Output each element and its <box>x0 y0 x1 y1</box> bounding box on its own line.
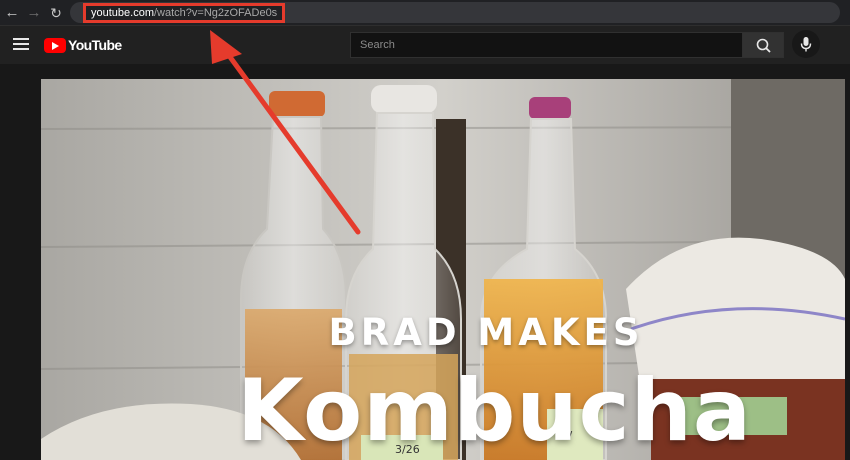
search-icon <box>756 38 771 53</box>
forward-icon[interactable]: → <box>24 3 44 23</box>
search-input[interactable] <box>350 32 743 58</box>
microphone-icon <box>800 37 812 52</box>
youtube-header: YouTube <box>0 26 850 64</box>
reload-icon[interactable]: ↻ <box>46 3 66 23</box>
url-path: /watch?v=Ng2zOFADe0s <box>153 7 278 19</box>
browser-toolbar: ← → ↻ youtube.com/watch?v=Ng2zOFADe0s <box>0 0 850 26</box>
video-player[interactable]: 3/26 A/ BRAD MAKES Kombucha <box>41 79 845 460</box>
logo-text: YouTube <box>68 37 122 53</box>
video-title-line2: Kombucha <box>237 361 752 460</box>
voice-search-button[interactable] <box>792 30 820 58</box>
youtube-logo[interactable]: YouTube <box>44 37 122 53</box>
hamburger-menu-icon[interactable] <box>13 38 29 52</box>
youtube-play-icon <box>44 37 66 53</box>
back-icon[interactable]: ← <box>2 3 22 23</box>
video-title-line1: BRAD MAKES <box>328 311 644 354</box>
url-domain: youtube.com <box>91 7 154 19</box>
url-highlight[interactable]: youtube.com/watch?v=Ng2zOFADe0s <box>83 3 286 23</box>
search-button[interactable] <box>742 32 784 58</box>
